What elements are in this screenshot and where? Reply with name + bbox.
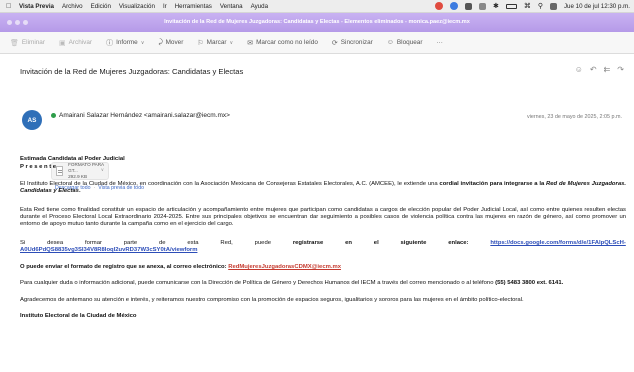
folder-move-icon: ⤸: [158, 38, 163, 46]
chevron-down-icon: ∨: [140, 39, 145, 46]
reply-all-icon[interactable]: ⇇: [604, 65, 611, 74]
greeting-line-2: Presente: [20, 164, 58, 171]
apple-menu-icon[interactable]: : [6, 3, 13, 10]
window-title: Invitación de la Red de Mujeres Juzgador…: [164, 19, 470, 25]
signature: Instituto Electoral de la Ciudad de Méxi…: [20, 313, 137, 319]
message-header-actions: ☺ ↶ ⇇ ↷: [568, 65, 624, 74]
shield-icon: ⓘ: [106, 39, 114, 47]
delete-button[interactable]: 🗑 Eliminar: [10, 39, 45, 47]
menu-edicion[interactable]: Edición: [91, 3, 111, 10]
menu-herramientas[interactable]: Herramientas: [175, 3, 212, 10]
reply-icon[interactable]: ↶: [590, 65, 597, 74]
greeting-line-1: Estimada Candidata al Poder Judicial: [20, 156, 125, 162]
chevron-down-icon: ∨: [229, 39, 234, 46]
message-view: Invitación de la Red de Mujeres Juzgador…: [0, 54, 634, 372]
chrome-status-icon[interactable]: [434, 2, 443, 10]
flag-icon: ⚐: [197, 39, 204, 47]
archive-button[interactable]: ▣ Archivar: [59, 39, 92, 47]
battery-icon[interactable]: [505, 3, 517, 9]
emoji-reaction-icon[interactable]: ☺: [575, 65, 583, 74]
body-paragraph-2: Esta Red tiene como finalidad constituir…: [20, 207, 626, 228]
menu-visualizacion[interactable]: Visualización: [119, 3, 155, 10]
registration-email-link[interactable]: RedMujeresJuzgadorasCDMX@iecm.mx: [228, 264, 341, 270]
more-actions-button[interactable]: ···: [437, 39, 443, 46]
registration-form-link-continued[interactable]: A0Ud6PdQS8835vg3SI34V8R8Ioql2uvRD37W3cSY…: [20, 247, 197, 253]
presence-icon: [51, 113, 56, 118]
control-center-icon[interactable]: [549, 2, 557, 10]
message-toolbar: 🗑 Eliminar ▣ Archivar ⓘ Informe ∨ ⤸ Move…: [0, 32, 634, 54]
body-paragraph-contact: Para cualquier duda o información adicio…: [20, 280, 564, 286]
archive-icon: ▣: [58, 39, 66, 47]
attachment-size: 292.9 KB: [68, 174, 88, 179]
sender-name: Amairani Salazar Hernández <amairani.sal…: [59, 112, 230, 119]
mark-unread-button[interactable]: ✉ Marcar como no leído: [247, 39, 318, 47]
sender-avatar[interactable]: AS: [22, 110, 42, 130]
body-paragraph-thanks: Agradecemos de antemano su atención e in…: [20, 297, 524, 303]
menu-ir[interactable]: Ir: [163, 3, 167, 10]
body-paragraph-registration: Si desea formar parte de esta Red, puede…: [20, 240, 626, 254]
screenshot-tool-icon[interactable]: [464, 2, 472, 10]
trash-icon: 🗑: [10, 39, 19, 47]
spotlight-search-icon[interactable]: ⚲: [538, 2, 543, 10]
menubar-status-area: ✱ ⌘ ⚲ Jue 10 de jul 12:30 p.m.: [428, 2, 634, 10]
envelope-icon: ✉: [247, 39, 254, 47]
menu-ventana[interactable]: Ventana: [220, 3, 243, 10]
sync-status-icon[interactable]: [478, 2, 486, 10]
menu-archivo[interactable]: Archivo: [62, 3, 83, 10]
sync-button[interactable]: ⟳ Sincronizar: [332, 39, 373, 47]
registration-form-link[interactable]: https://docs.google.com/forms/d/e/1FAIpQ…: [490, 240, 626, 247]
forward-icon[interactable]: ↷: [617, 65, 624, 74]
system-menu-bar:  Vista Previa Archivo Edición Visualiza…: [0, 0, 634, 13]
flag-button[interactable]: ⚐ Marcar ∨: [197, 39, 233, 47]
report-button[interactable]: ⓘ Informe ∨: [106, 38, 144, 48]
sync-icon: ⟳: [331, 39, 338, 47]
message-subject: Invitación de la Red de Mujeres Juzgador…: [20, 67, 244, 76]
window-title-bar: Invitación de la Red de Mujeres Juzgador…: [0, 13, 634, 32]
block-button[interactable]: ☺ Bloquear: [387, 39, 423, 46]
extension-status-icon[interactable]: [449, 2, 458, 10]
menu-ayuda[interactable]: Ayuda: [251, 3, 268, 10]
message-date: viernes, 23 de mayo de 2025, 2:05 p.m.: [527, 114, 622, 120]
menubar-clock[interactable]: Jue 10 de jul 12:30 p.m.: [564, 3, 630, 10]
move-button[interactable]: ⤸ Mover: [158, 39, 183, 47]
sender-line[interactable]: Amairani Salazar Hernández <amairani.sal…: [51, 112, 230, 119]
message-body: Estimada Candidata al Poder Judicial Pre…: [20, 156, 626, 319]
app-menu-name[interactable]: Vista Previa: [19, 3, 54, 10]
bluetooth-icon[interactable]: ✱: [493, 2, 499, 10]
body-paragraph-email: O puede enviar el formato de registro qu…: [20, 264, 341, 270]
body-paragraph-1: El Instituto Electoral de la Ciudad de M…: [20, 181, 627, 195]
wifi-icon[interactable]: ⌘: [524, 2, 531, 10]
block-user-icon: ☺: [386, 39, 394, 46]
